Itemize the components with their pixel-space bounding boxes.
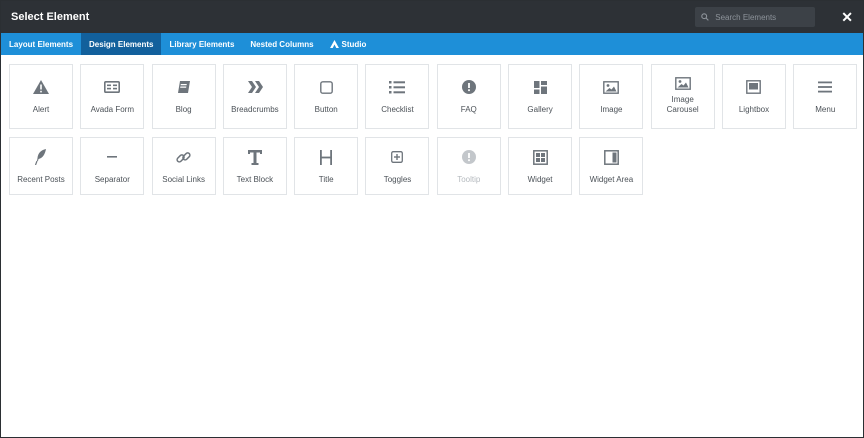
element-label: Recent Posts	[17, 175, 65, 184]
element-text-block[interactable]: Text Block	[222, 137, 287, 195]
element-label: Social Links	[162, 175, 205, 184]
element-label: Breadcrumbs	[231, 105, 279, 114]
alert-icon	[33, 79, 49, 95]
element-alert[interactable]: Alert	[9, 64, 73, 129]
modal-header: Select Element ✕	[1, 1, 863, 33]
faq-icon	[461, 79, 476, 95]
element-label: Alert	[32, 105, 50, 114]
tooltip-icon	[461, 149, 476, 165]
widget-icon	[532, 149, 548, 165]
element-label: Separator	[94, 175, 130, 184]
element-label: Toggles	[383, 175, 412, 184]
element-label: Avada Form	[90, 105, 135, 114]
search-input[interactable]	[715, 12, 812, 22]
tab-label: Design Elements	[89, 39, 154, 49]
element-toggles[interactable]: Toggles	[365, 137, 430, 195]
modal-title: Select Element	[11, 11, 90, 23]
blog-icon	[177, 79, 191, 95]
tab-design-elements[interactable]: Design Elements	[81, 33, 162, 55]
element-menu[interactable]: Menu	[793, 64, 858, 129]
tab-label: Library Elements	[169, 39, 235, 49]
toggles-icon	[391, 149, 404, 165]
element-image[interactable]: Image	[579, 64, 644, 129]
element-label: Text Block	[236, 175, 274, 184]
element-label: Button	[314, 105, 338, 114]
element-widget-area[interactable]: Widget Area	[579, 137, 644, 195]
element-label: Image	[600, 105, 623, 114]
lightbox-icon	[746, 79, 762, 95]
separator-icon	[107, 149, 118, 165]
element-tooltip: Tooltip	[436, 137, 501, 195]
breadcrumbs-icon	[247, 79, 263, 95]
element-label: FAQ	[460, 105, 477, 114]
title-icon	[320, 149, 333, 165]
element-label: Lightbox	[738, 105, 770, 114]
gallery-icon	[533, 79, 547, 95]
menu-icon	[818, 79, 833, 95]
element-image-carousel[interactable]: Image Carousel	[650, 64, 715, 129]
tab-label: Studio	[341, 39, 367, 49]
tab-library-elements[interactable]: Library Elements	[161, 33, 242, 55]
element-label: Image Carousel	[666, 95, 699, 114]
element-title[interactable]: Title	[294, 137, 359, 195]
button-icon	[319, 79, 333, 95]
search-icon	[701, 8, 710, 26]
element-separator[interactable]: Separator	[80, 137, 145, 195]
tab-label: Layout Elements	[9, 39, 74, 49]
element-lightbox[interactable]: Lightbox	[721, 64, 786, 129]
element-faq[interactable]: FAQ	[436, 64, 501, 129]
element-blog[interactable]: Blog	[151, 64, 216, 129]
form-icon	[104, 79, 121, 95]
tab-layout-elements[interactable]: Layout Elements	[1, 33, 81, 55]
studio-icon	[329, 40, 339, 48]
element-label: Tooltip	[457, 175, 481, 184]
tab-label: Nested Columns	[250, 39, 314, 49]
element-label: Menu	[815, 105, 836, 114]
text-block-icon	[247, 149, 262, 165]
select-element-modal: Select Element ✕ Layout Elements Design …	[0, 0, 864, 438]
social-links-icon	[176, 149, 191, 165]
element-label: Gallery	[527, 105, 553, 114]
widget-area-icon	[603, 149, 619, 165]
element-label: Checklist	[381, 105, 414, 114]
element-label: Widget Area	[589, 175, 634, 184]
elements-grid: Alert Avada Form Blog Breadcrumbs Button	[9, 64, 858, 195]
recent-posts-icon	[35, 149, 47, 165]
element-button[interactable]: Button	[294, 64, 359, 129]
image-carousel-icon	[674, 75, 691, 91]
tab-nested-columns[interactable]: Nested Columns	[242, 33, 321, 55]
element-label: Title	[318, 175, 334, 184]
element-widget[interactable]: Widget	[508, 137, 573, 195]
image-icon	[603, 79, 620, 95]
element-breadcrumbs[interactable]: Breadcrumbs	[222, 64, 287, 129]
header-controls: ✕	[695, 7, 853, 27]
element-social-links[interactable]: Social Links	[151, 137, 216, 195]
element-tabs: Layout Elements Design Elements Library …	[1, 33, 863, 55]
close-icon[interactable]: ✕	[841, 10, 853, 24]
search-box[interactable]	[695, 7, 816, 27]
element-checklist[interactable]: Checklist	[365, 64, 430, 129]
checklist-icon	[389, 79, 406, 95]
element-gallery[interactable]: Gallery	[508, 64, 573, 129]
element-recent-posts[interactable]: Recent Posts	[9, 137, 73, 195]
tab-studio[interactable]: Studio	[322, 33, 375, 55]
element-label: Widget	[527, 175, 553, 184]
element-label: Blog	[175, 105, 192, 114]
element-avada-form[interactable]: Avada Form	[80, 64, 145, 129]
